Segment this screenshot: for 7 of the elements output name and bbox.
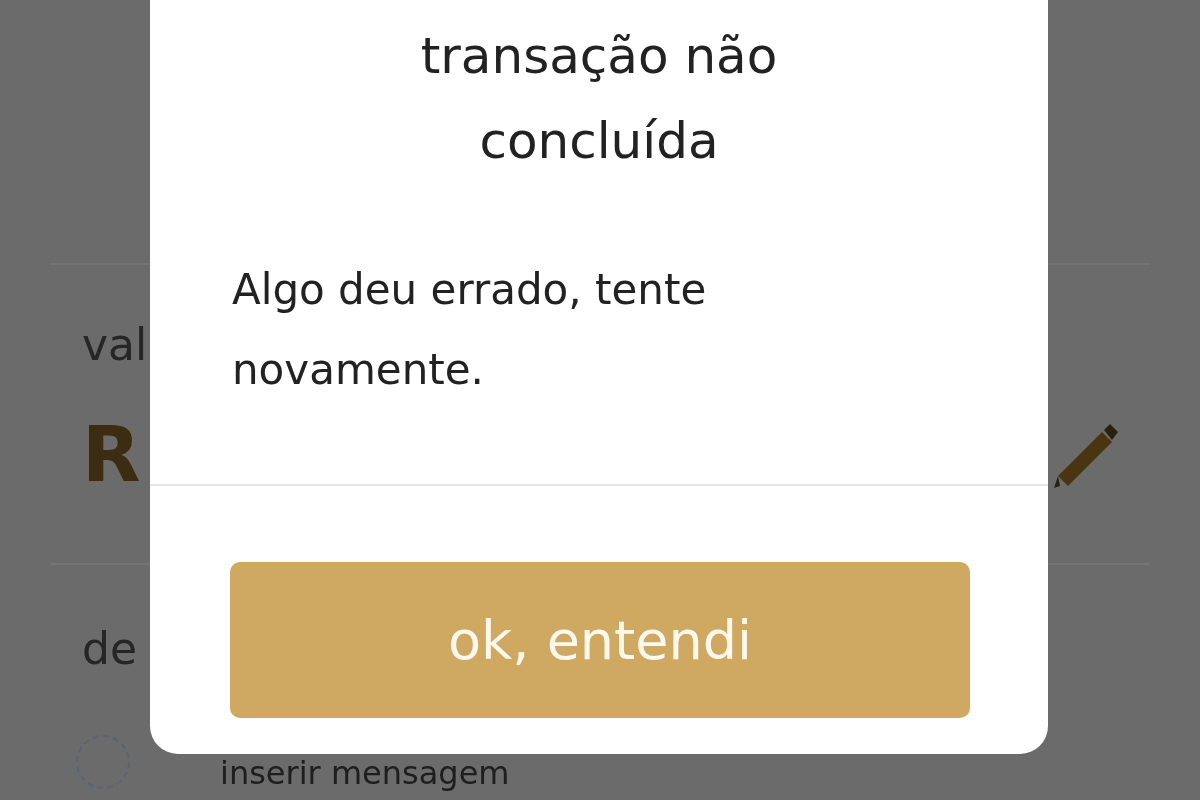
dialog-message: Algo deu errado, tente novamente. <box>231 264 708 396</box>
message-link[interactable]: inserir mensagem <box>220 757 510 789</box>
description-label: de <box>82 627 137 671</box>
dialog-title: transação não concluída <box>419 26 779 172</box>
amount-value: R <box>82 417 141 493</box>
ok-button[interactable]: ok, entendi <box>230 562 970 718</box>
amount-label: val <box>82 323 148 367</box>
